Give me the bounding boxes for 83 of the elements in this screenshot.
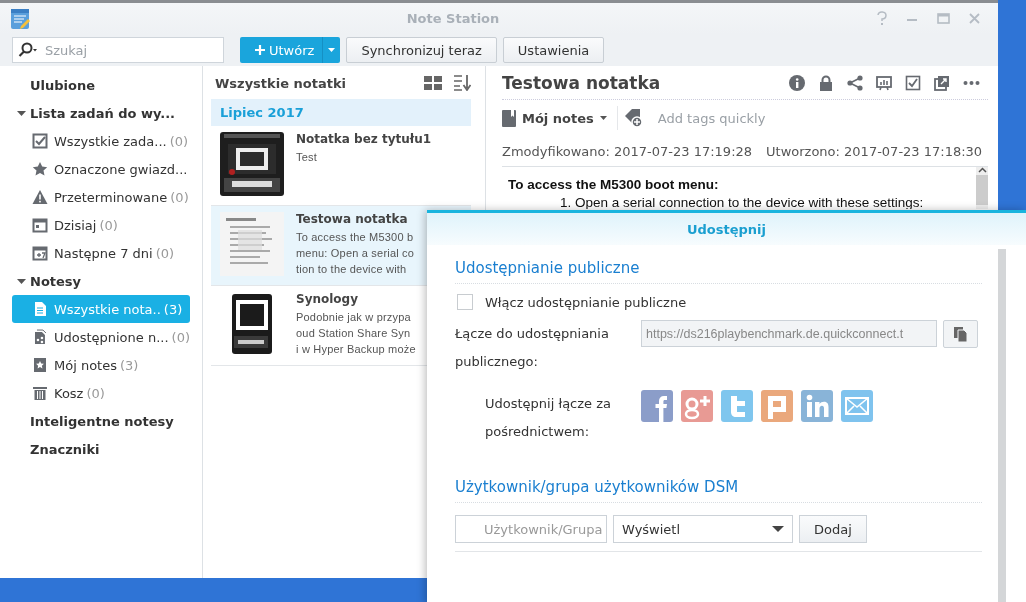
created-date: Utworzono: 2017-07-23 17:18:30 <box>766 143 983 159</box>
settings-button[interactable]: Ustawienia <box>502 37 605 63</box>
search-icon <box>18 42 38 58</box>
window-title: Note Station <box>405 11 501 26</box>
sync-button[interactable]: Synchronizuj teraz <box>346 37 497 63</box>
modified-date: Zmodyfikowano: 2017-07-23 17:19:28 <box>502 143 753 159</box>
sidebar-heading[interactable]: Znaczniki <box>12 441 100 457</box>
plurk-icon[interactable] <box>761 390 793 422</box>
grid-view-icon[interactable] <box>424 76 442 90</box>
facebook-icon[interactable] <box>641 390 673 422</box>
note-title: Notatka bez tytułu1 <box>296 132 432 148</box>
body-list-item: 1. Open a serial connection to the device with these settings: <box>559 195 925 209</box>
note-preview: Test <box>296 150 318 165</box>
checkbox-icon[interactable] <box>905 75 922 91</box>
note-title: Testowa notatka <box>296 212 409 228</box>
app-logo-icon <box>10 6 32 31</box>
plus-icon <box>254 44 266 56</box>
checkbox[interactable] <box>457 294 473 310</box>
trash-icon <box>32 385 48 401</box>
body-heading: To access the M5300 boot menu: <box>508 177 720 192</box>
notebook-icon <box>502 109 516 127</box>
tags-field[interactable]: Add tags quickly <box>655 109 860 127</box>
maximize-icon[interactable] <box>936 11 951 26</box>
calendar-icon <box>32 217 48 233</box>
caret-icon <box>772 526 784 532</box>
dialog-title: Udostępnij <box>427 213 1026 245</box>
sidebar-heading[interactable]: Notesy <box>30 273 82 289</box>
star-icon <box>32 161 48 177</box>
notebook-dropdown[interactable]: Mój notes <box>502 106 618 130</box>
share-icon[interactable] <box>847 75 864 91</box>
sidebar-item[interactable]: Następne 7 dni (0) <box>12 239 190 267</box>
note-title: Testowa notatka <box>502 73 662 93</box>
sort-icon[interactable] <box>454 75 471 91</box>
permission-dropdown[interactable]: Wyświetl <box>613 515 793 543</box>
scrollbar[interactable] <box>998 249 1006 602</box>
section-title: Udostępnianie publiczne <box>455 253 982 284</box>
checkbox-label: Włącz udostępnianie publiczne <box>485 294 687 310</box>
checkbox-icon <box>32 133 48 149</box>
document-icon <box>32 301 48 317</box>
caret-icon <box>328 48 336 52</box>
note-item[interactable]: Notatka bez tytułu1 Test <box>211 126 471 206</box>
google-plus-icon[interactable] <box>681 390 713 422</box>
linkedin-icon[interactable] <box>801 390 833 422</box>
scroll-up-icon <box>977 167 987 173</box>
notebook-icon <box>32 357 48 373</box>
sidebar-heading[interactable]: Inteligentne notesy <box>12 413 174 429</box>
help-icon[interactable] <box>874 11 889 26</box>
scroll-thumb[interactable] <box>976 175 988 205</box>
sidebar-item[interactable]: Przeterminowane (0) <box>12 183 190 211</box>
sidebar-item[interactable]: Kosz (0) <box>12 379 190 407</box>
month-group-header: Lipiec 2017 <box>211 99 471 126</box>
lock-icon[interactable] <box>818 75 835 91</box>
add-button[interactable]: Dodaj <box>799 515 867 543</box>
tag-add-icon <box>623 108 644 128</box>
sidebar-item[interactable]: Dzisiaj (0) <box>12 211 190 239</box>
close-icon[interactable] <box>967 11 982 26</box>
sidebar-heading[interactable]: Ulubione <box>12 77 96 93</box>
caret-icon <box>599 116 607 120</box>
copy-button[interactable] <box>943 320 978 348</box>
scrollbar[interactable] <box>976 167 988 209</box>
note-title: Synology <box>296 292 360 308</box>
export-icon[interactable] <box>934 75 951 91</box>
sidebar-item[interactable]: Wszystkie zada... (0) <box>12 127 190 155</box>
field-label: Udostępnij łącze za pośrednictwem: <box>484 395 612 441</box>
sidebar-item[interactable]: Mój notes (3) <box>12 351 190 379</box>
search-field[interactable]: Szukaj <box>12 37 224 63</box>
sidebar-item[interactable]: Oznaczone gwiazd... <box>12 155 190 183</box>
shared-notebook-icon <box>32 329 48 345</box>
note-preview: To access the M5300 b menu: Open a serial co tion to the device with <box>296 230 415 277</box>
twitter-icon[interactable] <box>721 390 753 422</box>
copy-icon <box>953 325 968 343</box>
sidebar-heading[interactable]: Lista zadań do wy... <box>30 105 176 121</box>
info-icon[interactable] <box>789 75 806 91</box>
dropdown-button[interactable] <box>322 37 341 63</box>
mail-icon[interactable] <box>841 390 873 422</box>
section-title: Użytkownik/grupa użytkowników DSM <box>455 472 982 503</box>
sidebar-item[interactable]: Udostępnione n... (0) <box>12 323 190 351</box>
list-title: Wszystkie notatki <box>214 75 347 91</box>
presentation-icon[interactable] <box>876 75 893 91</box>
calendar-icon <box>32 245 48 261</box>
user-field[interactable]: Użytkownik/Grupa <box>455 515 607 543</box>
warning-icon <box>32 189 48 205</box>
note-preview: Podobnie jak w przypa oud Station Share Syn i w Hyper Backup może <box>296 310 416 357</box>
